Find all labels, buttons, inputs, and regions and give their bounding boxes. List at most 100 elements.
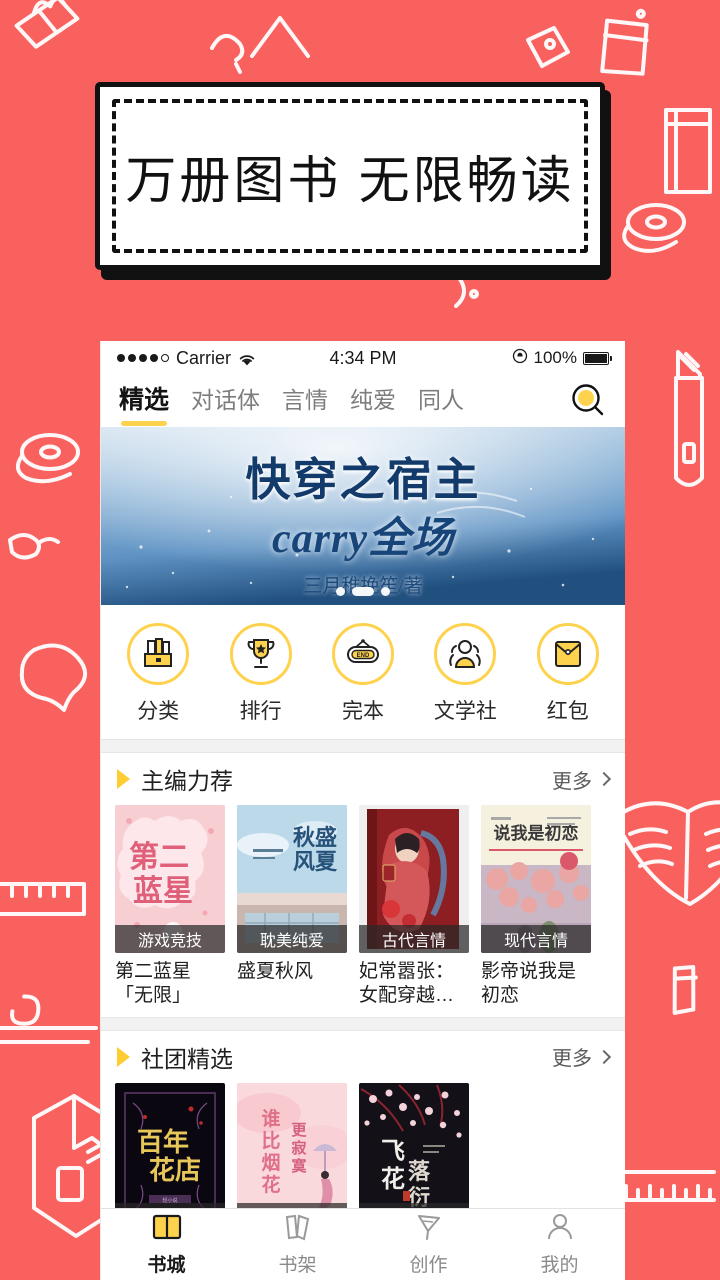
nav-item-bookshelf[interactable]: 书架 — [232, 1209, 363, 1280]
nav-item-bookstore-label: 书城 — [147, 1254, 186, 1276]
section-title-club-picks: 社团精选 — [141, 1045, 233, 1072]
status-bar: Carrier 4:34 PM 100% — [101, 341, 625, 375]
section-more-label: 更多 — [552, 1048, 592, 1071]
book-title: 影帝说我是 初恋 — [481, 961, 577, 1007]
svg-text:花店: 花店 — [149, 1156, 201, 1185]
promo-headline-text: 万册图书 无限畅读 — [125, 152, 575, 209]
nav-item-profile-label: 我的 — [540, 1254, 579, 1276]
svg-text:风夏: 风夏 — [293, 849, 338, 874]
search-icon[interactable] — [569, 382, 607, 420]
category-tab-bar: 精选 对话体 言情 纯爱 同人 — [101, 375, 625, 427]
book-title: 盛夏秋风 — [237, 961, 314, 982]
quick-entry-completed[interactable]: END 完本 — [316, 623, 410, 725]
carousel-dot-1[interactable] — [336, 587, 345, 596]
promo-banner-carousel[interactable]: 快穿之宿主 carry全场 三月稚挽笙/著 — [101, 427, 625, 605]
section-arrow-icon — [117, 769, 130, 789]
books-icon — [127, 623, 190, 685]
tab-jingxuan[interactable]: 精选 — [119, 380, 169, 426]
quick-entry-category[interactable]: 分类 — [111, 623, 205, 725]
book-cover: 古代言情 — [359, 805, 469, 953]
book-list-editor-picks: 第二 蓝星 游戏竞技 第二蓝星 「无限」 秋盛 风夏 耽美纯爱 盛夏秋风 古代言… — [101, 805, 625, 1017]
section-divider-2 — [101, 1016, 625, 1031]
quick-entry-completed-label: 完本 — [341, 700, 384, 723]
bookshelf-icon — [283, 1213, 313, 1246]
book-card[interactable]: 秋盛 风夏 耽美纯爱 盛夏秋风 — [237, 805, 347, 1009]
book-card[interactable]: 说我是初恋 现代言情 影帝说我是 初恋 — [481, 805, 591, 1009]
book-cover: 说我是初恋 现代言情 — [481, 805, 591, 953]
carousel-dots[interactable] — [101, 587, 625, 596]
battery-icon — [583, 351, 612, 365]
book-genre-tag: 游戏竞技 — [115, 925, 225, 953]
nav-item-bookstore[interactable]: 书城 — [101, 1209, 232, 1280]
svg-text:花: 花 — [261, 1173, 280, 1196]
tab-chunai[interactable]: 纯爱 — [350, 381, 396, 421]
chevron-right-icon — [596, 771, 612, 787]
bottom-navigation-bar: 书城 书架 创作 我的 — [101, 1208, 625, 1280]
book-genre-tag: 耽美纯爱 — [237, 925, 347, 953]
svg-text:秋盛: 秋盛 — [293, 825, 337, 850]
end-badge-text: END — [357, 653, 370, 659]
svg-text:比: 比 — [261, 1130, 280, 1152]
chevron-right-icon — [596, 1049, 612, 1064]
end-sign-icon: END — [331, 623, 394, 685]
svg-text:寂: 寂 — [291, 1139, 306, 1157]
status-bar-time: 4:34 PM — [329, 347, 397, 368]
quick-entry-redpacket[interactable]: 红包 — [521, 623, 615, 725]
tab-tongren[interactable]: 同人 — [418, 381, 464, 421]
section-header-editor-picks: 主编力荐 更多 — [101, 753, 625, 805]
svg-text:蓝星: 蓝星 — [133, 875, 193, 908]
person-icon — [545, 1213, 575, 1246]
svg-text:更: 更 — [291, 1122, 307, 1139]
category-tabs: 精选 对话体 言情 纯爱 同人 — [119, 380, 464, 426]
trophy-icon — [229, 623, 292, 685]
phone-screen: Carrier 4:34 PM 100% 精选 对话体 言情 纯爱 同人 快穿之… — [100, 341, 625, 1280]
book-genre-tag: 古代言情 — [359, 925, 469, 953]
envelope-icon — [536, 623, 599, 685]
open-book-icon — [152, 1213, 182, 1246]
carousel-dot-3[interactable] — [381, 587, 390, 596]
section-more-editor-picks[interactable]: 更多 — [552, 765, 612, 794]
svg-text:烟: 烟 — [261, 1151, 280, 1174]
section-divider-1 — [101, 739, 625, 753]
carousel-dot-2-active[interactable] — [352, 587, 374, 596]
svg-text:落: 落 — [408, 1159, 431, 1184]
banner-title-line1: 快穿之宿主 — [245, 455, 481, 505]
svg-text:飞: 飞 — [381, 1139, 405, 1165]
book-title: 妃常嚣张： 女配穿越… — [359, 961, 455, 1007]
svg-text:第二: 第二 — [129, 840, 189, 874]
nav-item-create[interactable]: 创作 — [363, 1209, 494, 1280]
section-header-club-picks: 社团精选 更多 — [101, 1031, 625, 1083]
quick-entry-row: 分类 排行 END 完本 文学社 红包 — [101, 605, 625, 739]
promo-headline-card: 万册图书 无限畅读 — [95, 82, 615, 282]
tab-duihuati[interactable]: 对话体 — [191, 381, 260, 421]
section-arrow-icon — [117, 1046, 130, 1067]
book-title: 第二蓝星 「无限」 — [115, 961, 192, 1007]
svg-text:说我是初恋: 说我是初恋 — [494, 823, 579, 843]
nav-item-bookshelf-label: 书架 — [278, 1254, 317, 1276]
book-genre-tag: 现代言情 — [481, 925, 591, 953]
nav-item-create-label: 创作 — [409, 1254, 448, 1276]
quick-entry-redpacket-label: 红包 — [546, 700, 589, 723]
section-more-label: 更多 — [552, 770, 592, 793]
book-card[interactable]: 第二 蓝星 游戏竞技 第二蓝星 「无限」 — [115, 805, 225, 1009]
pen-nib-icon — [414, 1213, 444, 1246]
svg-text:谁: 谁 — [261, 1107, 280, 1130]
svg-text:寞: 寞 — [291, 1157, 307, 1175]
tab-yanqing[interactable]: 言情 — [282, 381, 328, 421]
book-cover: 第二 蓝星 游戏竞技 — [115, 805, 225, 953]
svg-text:花: 花 — [381, 1166, 405, 1193]
quick-entry-ranking[interactable]: 排行 — [214, 623, 308, 725]
quick-entry-literature-club[interactable]: 文学社 — [418, 623, 512, 725]
section-title-editor-picks: 主编力荐 — [141, 768, 233, 794]
svg-text:百年: 百年 — [137, 1127, 189, 1157]
banner-title-line2: carry全场 — [272, 516, 454, 562]
book-card[interactable]: 古代言情 妃常嚣张： 女配穿越… — [359, 805, 469, 1009]
quick-entry-literature-club-label: 文学社 — [433, 700, 497, 723]
promo-card-box: 万册图书 无限畅读 — [95, 82, 605, 270]
book-cover: 秋盛 风夏 耽美纯爱 — [237, 805, 347, 953]
nav-item-profile[interactable]: 我的 — [494, 1209, 625, 1280]
people-icon — [434, 623, 497, 685]
quick-entry-category-label: 分类 — [137, 700, 180, 723]
section-more-club-picks[interactable]: 更多 — [552, 1042, 612, 1071]
quick-entry-ranking-label: 排行 — [239, 700, 282, 723]
